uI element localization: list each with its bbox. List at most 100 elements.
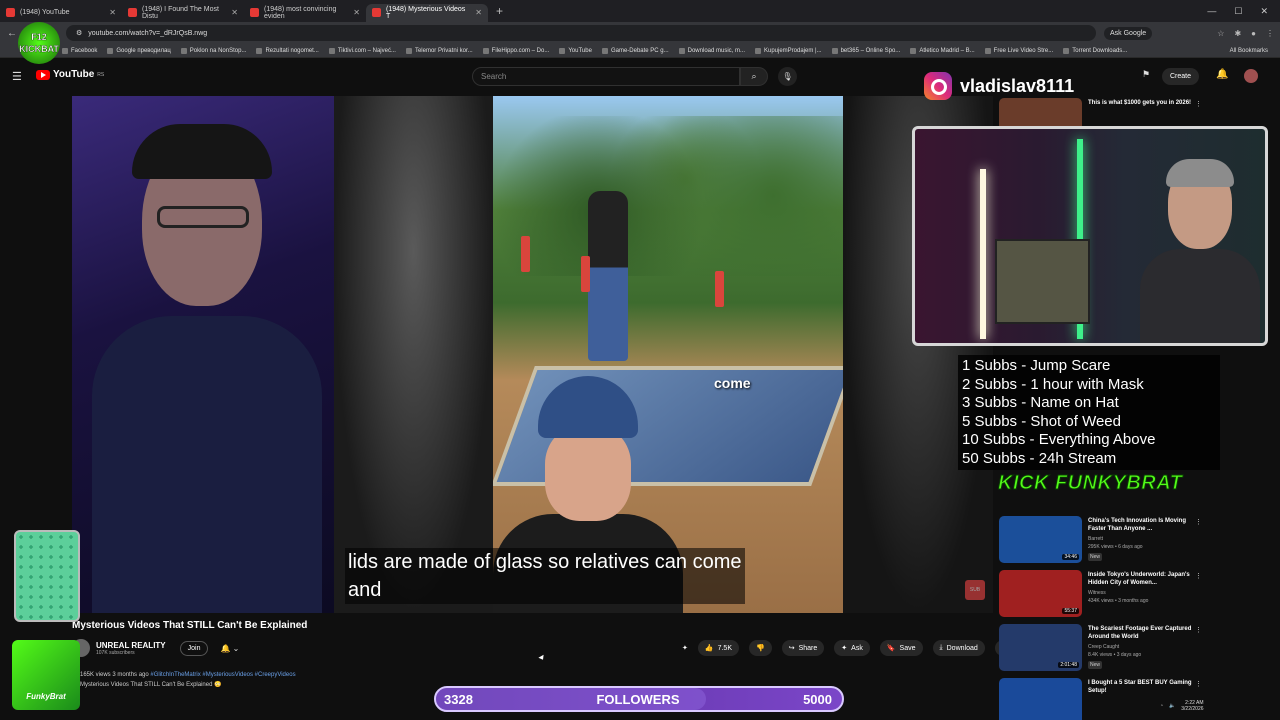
notifications-bell-icon[interactable]: 🔔 xyxy=(1216,69,1228,80)
browser-tab[interactable]: (1948) I Found The Most Distu ✕ xyxy=(122,4,244,22)
bookmark-item[interactable]: Game-Debate PC g... xyxy=(601,47,669,54)
related-video-item[interactable]: I Bought a 5 Star BEST BUY Gaming Setup!… xyxy=(999,678,1209,720)
browser-tab[interactable]: (1948) YouTube ✕ xyxy=(0,4,122,22)
url-field[interactable]: ⚙ youtube.com/watch?v=_dRJrQsB.nwg xyxy=(66,25,1096,41)
bookmark-item[interactable]: Free Live Video Stre... xyxy=(984,47,1053,54)
close-tab-icon[interactable]: ✕ xyxy=(109,8,116,17)
bookmark-item[interactable]: Telemor Privatni kor... xyxy=(405,47,473,54)
minimize-icon[interactable]: — xyxy=(1207,6,1216,17)
related-channel[interactable]: Witness xyxy=(1088,590,1106,596)
video-player[interactable]: come lids are made of glass so relatives… xyxy=(72,96,993,613)
bookmark-item[interactable]: YouTube xyxy=(559,47,592,54)
red-post xyxy=(581,256,590,292)
related-thumbnail[interactable]: 2:01:48 xyxy=(999,624,1082,671)
related-title[interactable]: This is what $1000 gets you in 2026! xyxy=(1088,99,1194,107)
clip-icon[interactable]: ✦ xyxy=(682,640,688,656)
video-subtitle: lids are made of glass so relatives can … xyxy=(345,548,745,604)
create-button[interactable]: Create xyxy=(1162,68,1200,85)
related-channel[interactable]: Barrett xyxy=(1088,536,1103,542)
window-controls: — ☐ ✕ xyxy=(1207,6,1280,17)
bookmark-item[interactable]: Torrent Downloads... xyxy=(1063,47,1127,54)
subscribe-bell-icon[interactable]: 🔔 ⌄ xyxy=(220,644,239,653)
bookmark-item[interactable]: Tiktivi.com – Najveć... xyxy=(328,47,396,54)
kick-logo: F12 KICKBAT xyxy=(18,22,60,64)
bookmark-item[interactable]: bet365 – Online Spo... xyxy=(831,47,900,54)
site-info-icon[interactable]: ⚙ xyxy=(76,29,82,37)
all-bookmarks[interactable]: All Bookmarks xyxy=(1230,48,1268,54)
bookmark-item[interactable]: Poklon na NonStop... xyxy=(180,47,246,54)
more-options-icon[interactable]: ⋮ xyxy=(1195,626,1202,634)
bookmark-item[interactable]: Google преводилац xyxy=(107,47,171,54)
hamburger-menu-icon[interactable]: ☰ xyxy=(12,70,22,83)
browser-tab[interactable]: (1948) most convincing eviden ✕ xyxy=(244,4,366,22)
channel-name[interactable]: UNREAL REALITY xyxy=(96,641,166,650)
video-description[interactable]: 165K views 3 months ago #GlitchInTheMatr… xyxy=(80,670,296,690)
close-tab-icon[interactable]: ✕ xyxy=(475,8,482,17)
more-options-icon[interactable]: ⋮ xyxy=(1195,518,1202,526)
related-video-item[interactable]: 2:01:48 The Scariest Footage Ever Capture… xyxy=(999,624,1209,674)
search-input[interactable]: Search xyxy=(472,67,740,86)
bookmark-item[interactable]: Download music, m... xyxy=(678,47,745,54)
related-thumbnail[interactable]: 34:46 xyxy=(999,516,1082,563)
extensions-icon[interactable]: ✱ xyxy=(1234,29,1241,38)
share-icon: ↪ xyxy=(788,645,795,652)
system-tray: ◔ 🔈 2:22 AM 3/22/2026 xyxy=(1160,700,1204,712)
cast-icon[interactable]: ⚑ xyxy=(1142,69,1150,80)
close-tab-icon[interactable]: ✕ xyxy=(353,8,360,17)
youtube-play-icon xyxy=(36,69,50,80)
menu-icon[interactable]: ⋮ xyxy=(1266,29,1274,38)
volume-icon[interactable]: 🔈 xyxy=(1169,703,1175,709)
browser-tab-bar: (1948) YouTube ✕ (1948) I Found The Most … xyxy=(0,0,1280,22)
clock[interactable]: 2:22 AM 3/22/2026 xyxy=(1181,700,1203,712)
more-options-icon[interactable]: ⋮ xyxy=(1195,100,1202,108)
subscribe-watermark-icon[interactable]: SUB xyxy=(965,580,985,600)
close-tab-icon[interactable]: ✕ xyxy=(231,8,238,17)
back-icon[interactable]: ← xyxy=(6,28,18,39)
related-title[interactable]: China's Tech Innovation Is Moving Faster… xyxy=(1088,517,1194,533)
save-button[interactable]: 🔖 Save xyxy=(879,640,923,656)
download-button[interactable]: ⤓ Download xyxy=(932,640,985,656)
bookmark-star-icon[interactable]: ☆ xyxy=(1217,29,1224,38)
new-tab-icon[interactable]: + xyxy=(488,4,511,18)
youtube-logo[interactable]: YouTube RS xyxy=(36,69,104,80)
share-button[interactable]: ↪ Share xyxy=(781,640,825,656)
more-options-icon[interactable]: ⋮ xyxy=(1195,680,1202,688)
browser-tab-active[interactable]: (1948) Mysterious Videos T ✕ xyxy=(366,3,488,22)
wifi-icon[interactable]: ◔ xyxy=(1160,703,1163,709)
dislike-button[interactable]: 👎 xyxy=(749,640,772,656)
related-thumbnail[interactable] xyxy=(999,678,1082,720)
related-channel[interactable]: Creep Caught xyxy=(1088,644,1119,650)
hashtags[interactable]: #GlitchInTheMatrix #MysteriousVideos #Cr… xyxy=(150,672,295,678)
ask-button[interactable]: ✦ Ask xyxy=(834,640,870,656)
related-title[interactable]: The Scariest Footage Ever Captured Aroun… xyxy=(1088,625,1194,641)
bookmark-item[interactable]: FileHippo.com – Do... xyxy=(482,47,549,54)
related-title[interactable]: I Bought a 5 Star BEST BUY Gaming Setup! xyxy=(1088,679,1194,695)
youtube-favicon-icon xyxy=(6,8,15,17)
join-button[interactable]: Join xyxy=(179,640,209,656)
related-title[interactable]: Inside Tokyo's Underworld: Japan's Hidde… xyxy=(1088,571,1194,587)
streamer xyxy=(1140,154,1260,343)
microphone-icon[interactable]: 🎙 xyxy=(778,67,797,86)
close-window-icon[interactable]: ✕ xyxy=(1260,6,1268,17)
sub-goal: 3 Subbs - Name on Hat xyxy=(962,394,1119,411)
forest-background-left xyxy=(334,96,493,613)
account-avatar[interactable] xyxy=(1244,69,1258,83)
related-video-item[interactable]: 34:46 China's Tech Innovation Is Moving F… xyxy=(999,516,1209,566)
sparkle-icon: ✦ xyxy=(841,645,848,652)
ask-google-button[interactable]: Ask Google xyxy=(1104,26,1153,40)
sub-goal: 1 Subbs - Jump Scare xyxy=(962,357,1111,374)
related-views: 295K views • 6 days ago xyxy=(1088,544,1143,550)
beanie xyxy=(538,376,638,438)
profile-icon[interactable]: ● xyxy=(1251,29,1256,38)
bookmark-item[interactable]: Atletico Madrid – B... xyxy=(910,47,975,54)
more-options-icon[interactable]: ⋮ xyxy=(1195,572,1202,580)
maximize-icon[interactable]: ☐ xyxy=(1234,6,1242,17)
bookmark-item[interactable]: KupujemProdajem |... xyxy=(755,47,822,54)
address-bar-row: ← → ↻ ⚙ youtube.com/watch?v=_dRJrQsB.nwg… xyxy=(0,22,1280,44)
bookmark-item[interactable]: Rezultati nogomet... xyxy=(256,47,319,54)
search-icon[interactable]: ⌕ xyxy=(740,67,768,86)
bookmark-item[interactable]: Facebook xyxy=(62,47,97,54)
related-video-item[interactable]: 55:37 Inside Tokyo's Underworld: Japan's … xyxy=(999,570,1209,620)
related-thumbnail[interactable]: 55:37 xyxy=(999,570,1082,617)
like-button[interactable]: 👍 7.5K xyxy=(697,640,739,656)
